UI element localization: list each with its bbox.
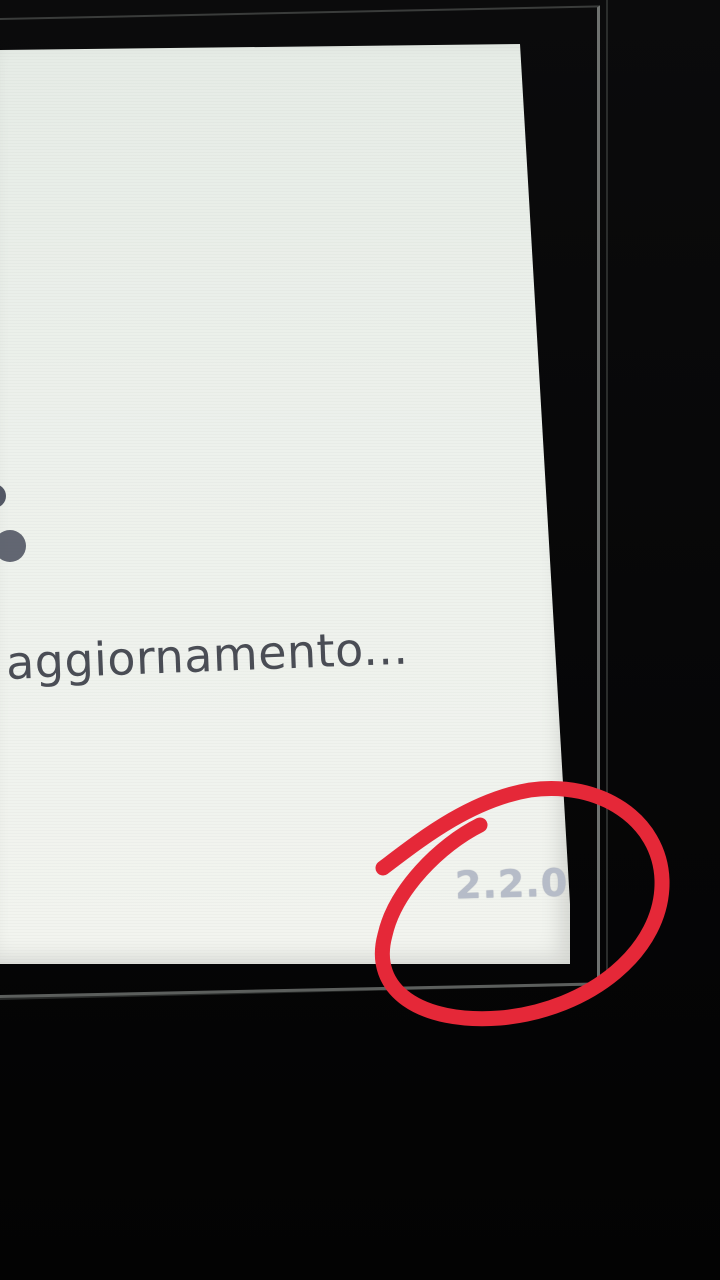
spinner-dot [0,484,6,508]
update-status-text: aggiornamento... [4,620,410,690]
photo-of-device-screen: aggiornamento... 2.2.0 [0,0,720,1280]
firmware-version-label: 2.2.0 [454,860,569,908]
display-scanlines [0,44,570,964]
spinner-dot [0,530,26,562]
loading-spinner-icon [0,454,40,564]
device-display: aggiornamento... [0,44,570,964]
